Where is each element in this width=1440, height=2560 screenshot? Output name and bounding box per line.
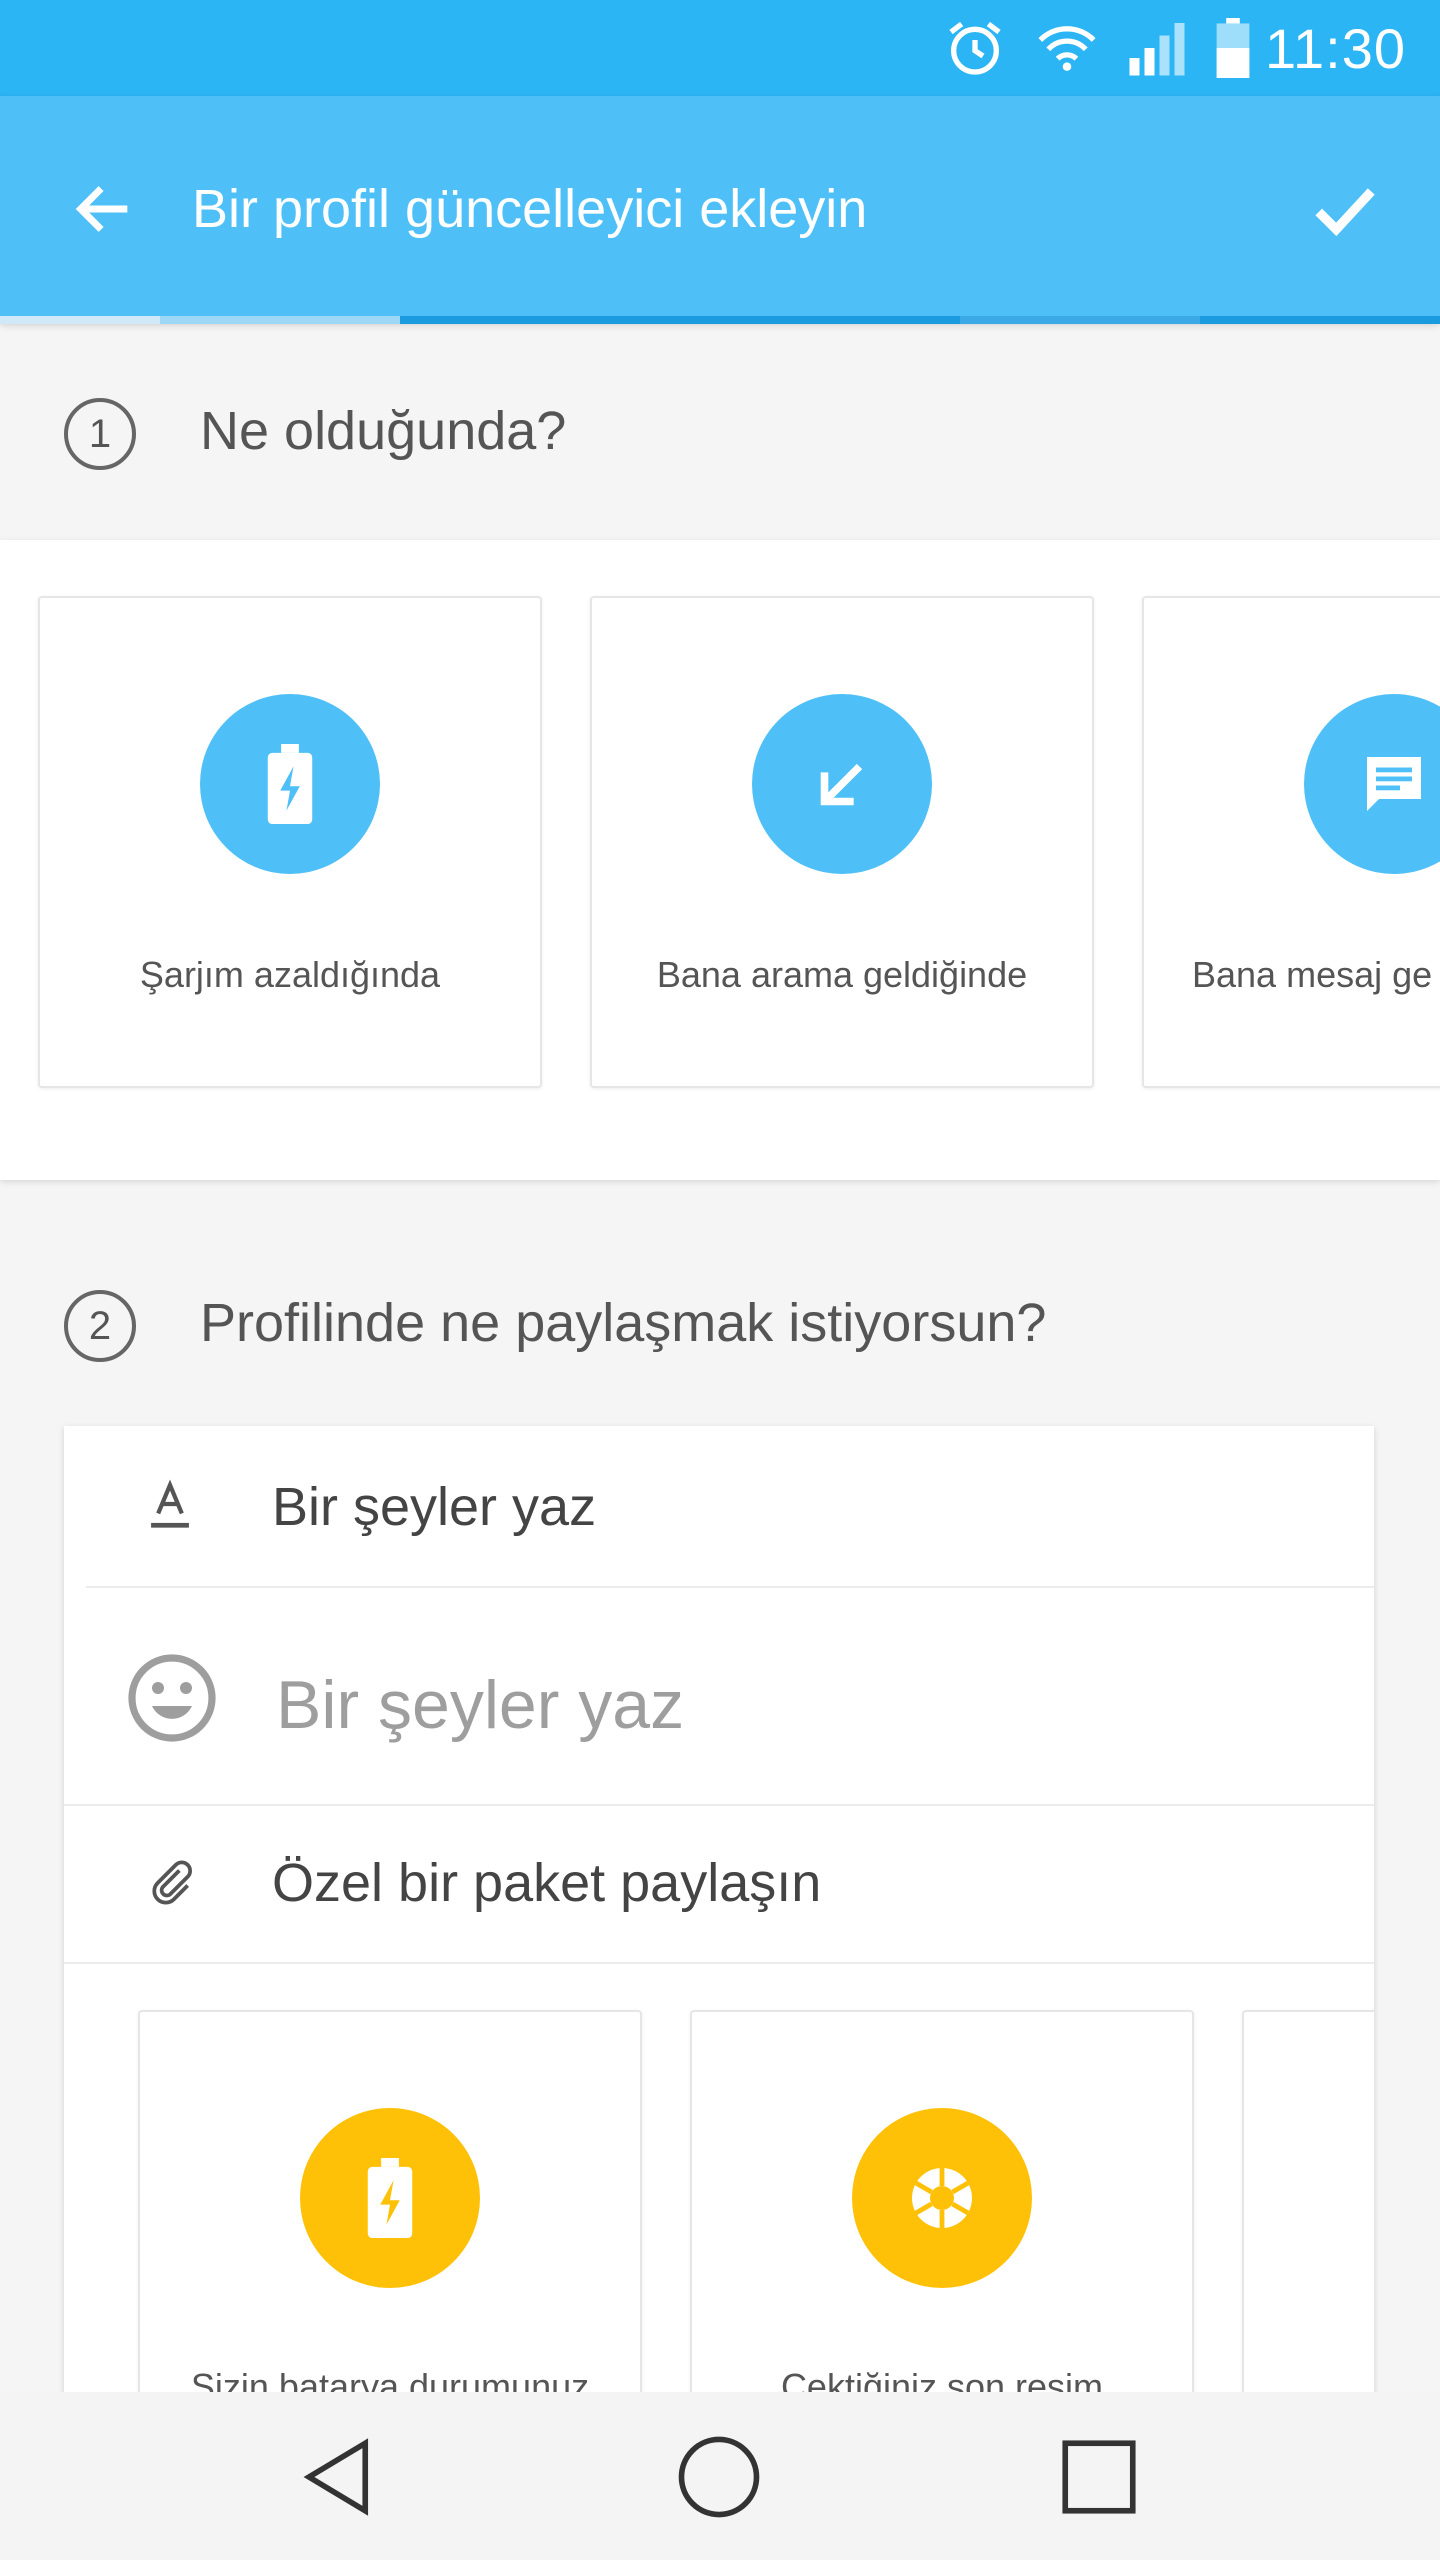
package-card-battery[interactable]: Sizin batarya durumunuz — [138, 2010, 642, 2426]
page-title: Bir profil güncelleyici ekleyin — [192, 179, 868, 239]
step-2-title: Profilinde ne paylaşmak istiyorsun? — [200, 1293, 1047, 1353]
text-format-icon — [146, 1478, 194, 1535]
system-nav-bar — [0, 2392, 1440, 2560]
wifi-icon — [1035, 20, 1099, 76]
trigger-label: Bana mesaj ge — [1192, 954, 1433, 995]
confirm-button[interactable] — [1310, 174, 1380, 244]
step-1-number: 1 — [64, 398, 136, 470]
status-text-input[interactable]: Bir şeyler yaz — [276, 1666, 684, 1744]
nav-home-button[interactable] — [674, 2432, 764, 2522]
alarm-icon — [943, 16, 1007, 80]
back-button[interactable] — [64, 174, 144, 244]
trigger-card-low-battery[interactable]: Şarjım azaldığında — [38, 596, 542, 1088]
status-time: 11:30 — [1265, 16, 1406, 80]
recents-square-icon — [1062, 2440, 1136, 2514]
step-2-number: 2 — [64, 1290, 136, 1362]
trigger-card-incoming-call[interactable]: Bana arama geldiğinde — [590, 596, 1094, 1088]
trigger-label: Şarjım azaldığında — [139, 954, 441, 995]
back-triangle-icon — [303, 2438, 369, 2516]
incoming-call-arrow-icon — [752, 694, 932, 874]
home-circle-icon — [678, 2436, 760, 2518]
battery-charging-icon — [200, 694, 380, 874]
trigger-card-message[interactable]: Bana mesaj ge — [1142, 596, 1440, 1088]
nav-back-button[interactable] — [294, 2432, 384, 2522]
nav-recents-button[interactable] — [1054, 2432, 1144, 2522]
arrow-left-icon — [75, 186, 128, 232]
write-something-option[interactable]: Bir şeyler yaz — [64, 1426, 1374, 1586]
share-package-option[interactable]: Özel bir paket paylaşın — [64, 1806, 1374, 1962]
battery-icon — [1215, 18, 1251, 78]
signal-icon — [1127, 20, 1187, 76]
package-card-partial[interactable] — [1242, 2010, 1374, 2426]
status-bar: 11:30 — [0, 0, 1440, 96]
step-1-title: Ne olduğunda? — [200, 401, 567, 461]
package-card-last-photo[interactable]: Çektiğiniz son resim — [690, 2010, 1194, 2426]
message-icon — [1304, 694, 1440, 874]
step-progress-bar — [0, 316, 1440, 324]
text-input-row[interactable]: Bir şeyler yaz — [64, 1588, 1374, 1808]
trigger-carousel[interactable]: Şarjım azaldığında Bana arama geldiğinde… — [0, 540, 1440, 1180]
checkmark-icon — [1315, 188, 1375, 237]
share-options-panel: Bir şeyler yaz Bir şeyler yaz Özel bir p… — [64, 1426, 1374, 2426]
write-something-label: Bir şeyler yaz — [272, 1477, 597, 1537]
paperclip-icon — [146, 1858, 196, 1913]
trigger-label: Bana arama geldiğinde — [656, 954, 1028, 995]
share-package-label: Özel bir paket paylaşın — [272, 1853, 822, 1913]
emoji-icon[interactable] — [124, 1650, 220, 1751]
battery-charging-icon — [300, 2108, 480, 2288]
app-bar: Bir profil güncelleyici ekleyin — [0, 96, 1440, 320]
camera-shutter-icon — [852, 2108, 1032, 2288]
